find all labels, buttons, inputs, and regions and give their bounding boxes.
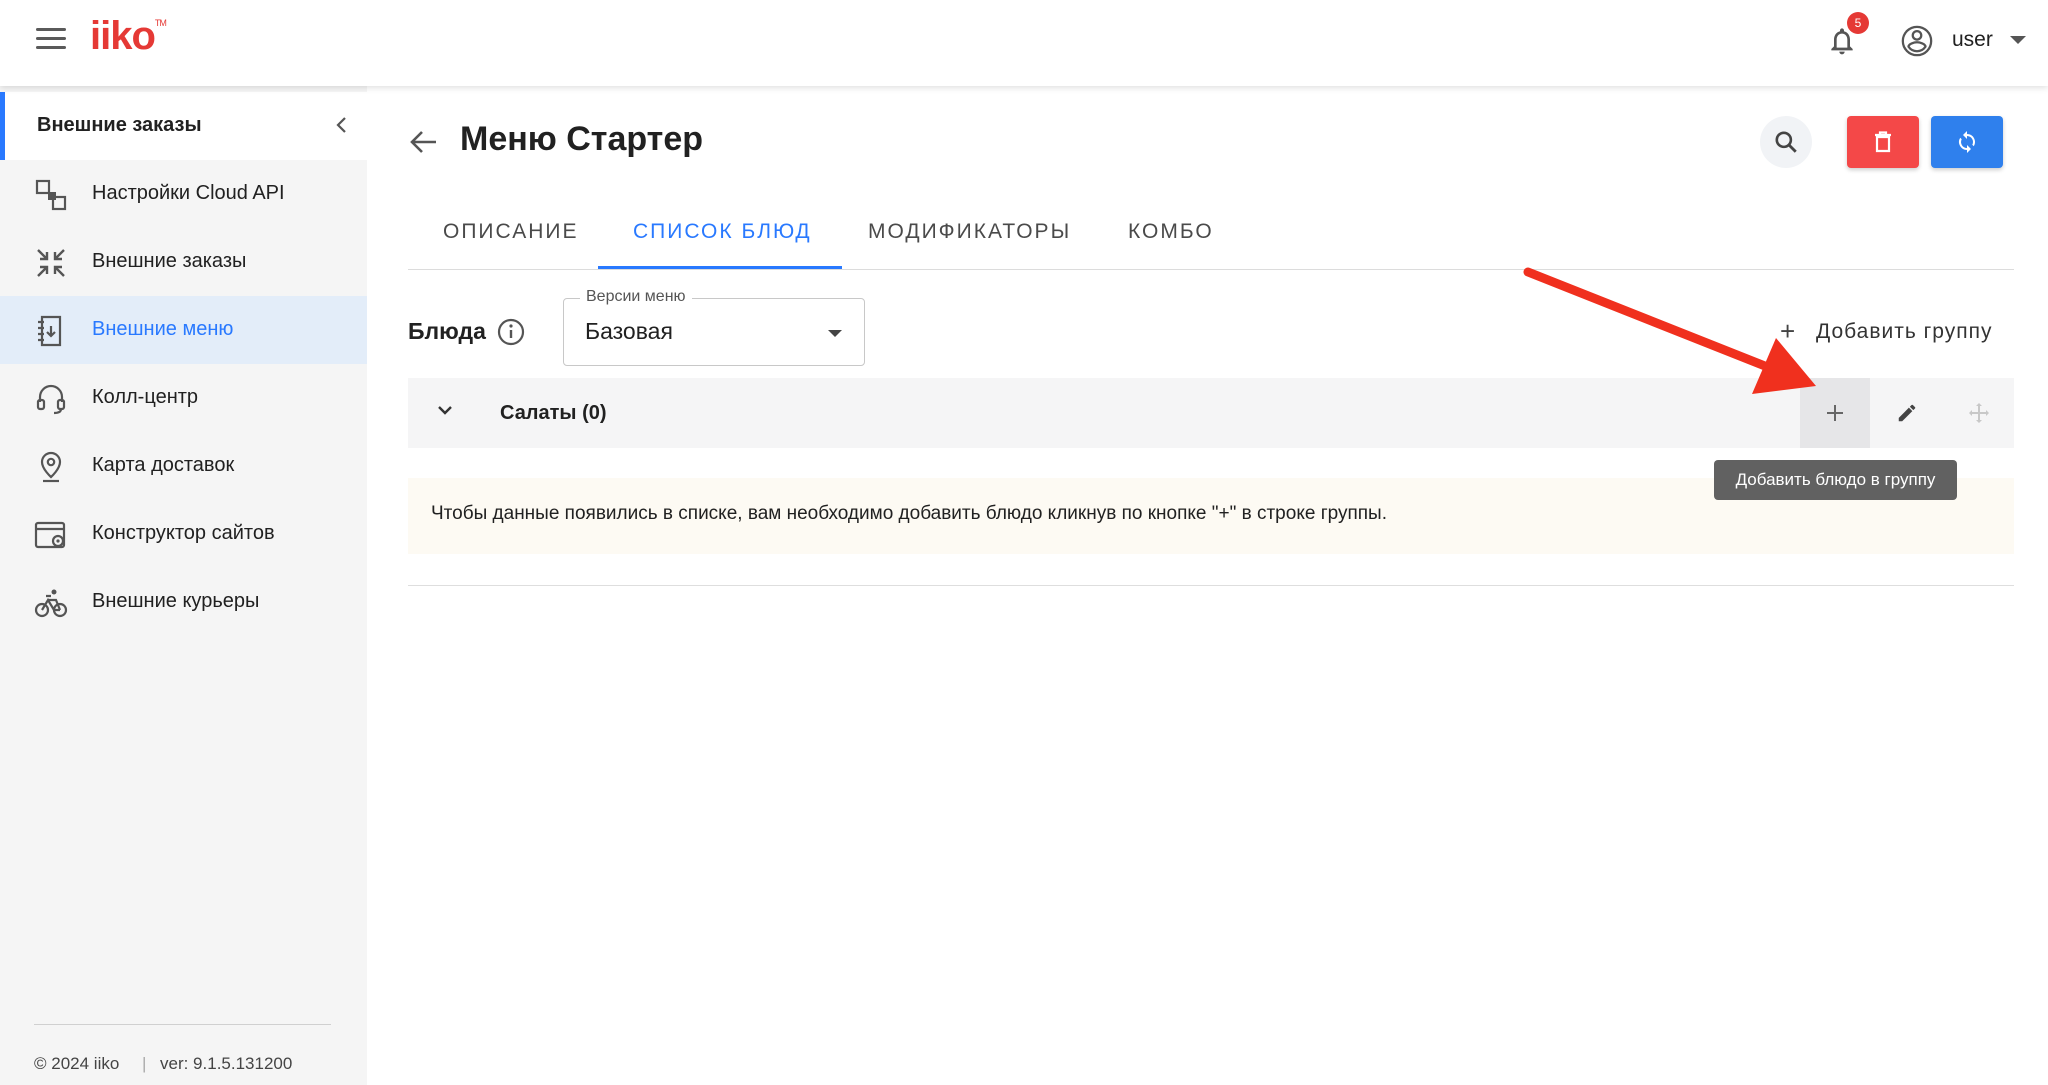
footer-separator: | bbox=[142, 1054, 147, 1073]
tab-dish-list[interactable]: СПИСОК БЛЮД bbox=[633, 220, 812, 244]
tab-modifiers[interactable]: МОДИФИКАТОРЫ bbox=[868, 220, 1071, 244]
sidebar-header: Внешние заказы bbox=[0, 92, 367, 160]
top-bar: iikoTM 5 user bbox=[0, 0, 2048, 86]
drag-handle-button[interactable] bbox=[1944, 378, 2014, 448]
tab-description[interactable]: ОПИСАНИЕ bbox=[443, 220, 579, 244]
search-button[interactable] bbox=[1760, 116, 1812, 168]
headset-icon bbox=[36, 384, 66, 415]
site-builder-icon bbox=[34, 521, 66, 549]
menu-version-value: Базовая bbox=[585, 318, 673, 344]
sidebar-divider bbox=[34, 1024, 331, 1025]
info-icon[interactable] bbox=[497, 318, 525, 346]
sidebar-item-label: Внешние заказы bbox=[92, 250, 247, 272]
arrow-back-icon[interactable] bbox=[408, 128, 438, 156]
sidebar-item-cloud-api[interactable]: Настройки Cloud API bbox=[0, 160, 367, 228]
sidebar-item-label: Карта доставок bbox=[92, 454, 235, 476]
notification-badge: 5 bbox=[1847, 12, 1869, 34]
add-group-label: Добавить группу bbox=[1816, 320, 1993, 343]
tab-combo[interactable]: КОМБО bbox=[1128, 220, 1214, 244]
sidebar: Внешние заказы Настройки Cloud API Внешн… bbox=[0, 86, 367, 1085]
tooltip: Добавить блюдо в группу bbox=[1714, 460, 1957, 500]
compress-icon bbox=[37, 249, 65, 277]
active-tab-indicator bbox=[598, 266, 842, 269]
hamburger-menu-icon[interactable] bbox=[36, 28, 66, 52]
group-name: Салаты (0) bbox=[500, 402, 607, 424]
footer-copyright: © 2024 iiko bbox=[34, 1054, 120, 1073]
chevron-left-icon[interactable] bbox=[335, 116, 347, 134]
plus-icon: + bbox=[1780, 316, 1796, 346]
notice-text: Чтобы данные появились в списке, вам нео… bbox=[431, 503, 1387, 524]
add-dish-to-group-button[interactable] bbox=[1800, 378, 1870, 448]
search-icon bbox=[1775, 131, 1797, 153]
chevron-down-icon[interactable] bbox=[436, 404, 454, 416]
menu-book-icon bbox=[38, 315, 62, 347]
content-divider bbox=[408, 585, 2014, 586]
pencil-icon bbox=[1898, 404, 1916, 422]
sidebar-item-label: Внешние меню bbox=[92, 318, 234, 340]
logo-text: iiko bbox=[90, 14, 156, 58]
move-icon bbox=[1969, 403, 1989, 423]
dishes-heading: Блюда bbox=[408, 318, 486, 344]
logo-tm: TM bbox=[154, 18, 167, 28]
sidebar-item-label: Внешние курьеры bbox=[92, 590, 260, 612]
cloud-settings-icon bbox=[35, 179, 67, 211]
sync-button[interactable] bbox=[1931, 116, 2003, 168]
sidebar-item-label: Настройки Cloud API bbox=[92, 182, 285, 204]
account-circle-icon[interactable] bbox=[1900, 24, 1934, 58]
location-pin-icon bbox=[40, 451, 62, 483]
sidebar-item-label: Конструктор сайтов bbox=[92, 522, 275, 544]
page-title: Меню Стартер bbox=[460, 120, 704, 158]
sync-icon bbox=[1959, 131, 1975, 153]
group-row bbox=[408, 378, 2014, 448]
sidebar-item-external-orders[interactable]: Внешние заказы bbox=[0, 228, 367, 296]
bicycle-icon bbox=[34, 589, 68, 618]
plus-icon bbox=[1827, 405, 1843, 421]
sidebar-item-call-center[interactable]: Колл-центр bbox=[0, 364, 367, 432]
sidebar-item-external-couriers[interactable]: Внешние курьеры bbox=[0, 568, 367, 636]
sidebar-item-external-menu[interactable]: Внешние меню bbox=[0, 296, 367, 364]
edit-group-button[interactable] bbox=[1872, 378, 1942, 448]
menu-version-legend: Версии меню bbox=[580, 288, 692, 306]
user-menu-caret-icon[interactable] bbox=[2010, 36, 2026, 44]
footer-version: ver: 9.1.5.131200 bbox=[160, 1054, 293, 1073]
trash-icon bbox=[1875, 131, 1891, 153]
user-name[interactable]: user bbox=[1952, 28, 1993, 52]
sidebar-item-label: Колл-центр bbox=[92, 386, 199, 408]
sidebar-item-delivery-map[interactable]: Карта доставок bbox=[0, 432, 367, 500]
tab-bar: ОПИСАНИЕ СПИСОК БЛЮД МОДИФИКАТОРЫ КОМБО bbox=[408, 208, 2014, 270]
sidebar-title: Внешние заказы bbox=[37, 114, 202, 136]
delete-button[interactable] bbox=[1847, 116, 1919, 168]
iiko-logo[interactable]: iikoTM bbox=[90, 14, 167, 59]
sidebar-item-site-builder[interactable]: Конструктор сайтов bbox=[0, 500, 367, 568]
dropdown-caret-icon[interactable] bbox=[828, 330, 842, 337]
